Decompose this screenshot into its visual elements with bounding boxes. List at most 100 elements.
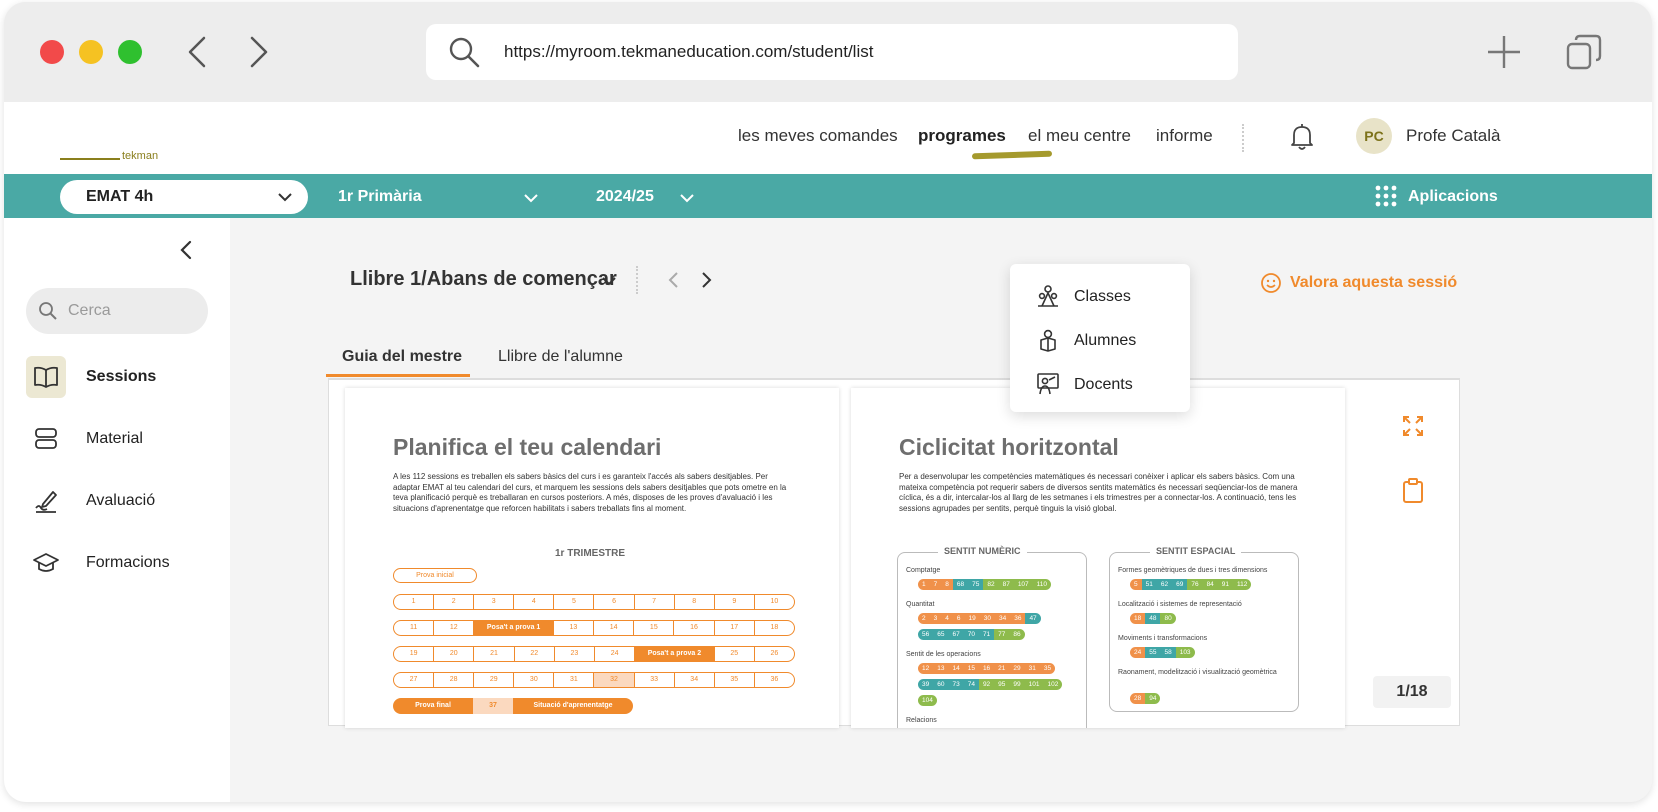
chip-row: 18 48 80 <box>1130 613 1176 624</box>
new-tab-icon[interactable] <box>1484 32 1524 72</box>
chip-row: 5 51 62 69 76 84 91 112 <box>1130 579 1252 590</box>
teacher-icon <box>1037 373 1059 395</box>
chevron-down-icon <box>278 193 292 202</box>
student-icon <box>1040 329 1056 352</box>
active-tab-indicator <box>326 374 470 377</box>
grade-select[interactable]: 1r Primària <box>338 188 422 206</box>
apps-button[interactable]: Aplicacions <box>1408 188 1498 206</box>
menu-item-label: Classes <box>1074 288 1131 305</box>
tab-student-book[interactable]: Llibre de l'alumne <box>498 348 623 366</box>
search-placeholder: Cerca <box>68 302 111 319</box>
page-body: Per a desenvolupar les competències mate… <box>899 472 1298 513</box>
user-name[interactable]: Profe Català <box>1406 126 1501 146</box>
avatar[interactable]: PC <box>1356 118 1392 154</box>
search-icon <box>39 302 57 320</box>
chip-row: 39 60 73 74 92 95 99 101 102 <box>918 679 1063 690</box>
sidebar-item-label: Avaluació <box>86 492 156 509</box>
sidebar-item-sessions[interactable]: Sessions <box>26 356 216 398</box>
maximize-window-button[interactable] <box>118 40 142 64</box>
book-divider <box>636 266 638 294</box>
clipboard-icon[interactable] <box>1401 478 1425 504</box>
search-icon <box>449 37 480 68</box>
chip-row: 28 94 <box>1130 693 1161 704</box>
session-row-1: 1 2 3 4 5 6 7 8 9 10 <box>393 594 795 610</box>
expand-icon[interactable] <box>1401 414 1425 438</box>
viewer-tools <box>1369 388 1459 724</box>
page-left: Planifica el teu calendari A les 112 ses… <box>345 388 839 728</box>
grad-cap-icon <box>33 553 59 572</box>
active-nav-indicator <box>971 150 1053 160</box>
chip-row: 12 13 14 15 16 21 29 31 35 <box>918 663 1056 674</box>
pen-icon <box>35 491 57 513</box>
sidebar-item-label: Sessions <box>86 368 157 385</box>
chip-row: 2 3 4 6 19 30 34 36 47 <box>918 613 1041 624</box>
page-right: Ciclicitat horitzontal Per a desenvolupa… <box>851 388 1345 728</box>
stack-icon <box>35 428 57 449</box>
program-select[interactable]: EMAT 4h <box>60 180 308 214</box>
top-navigation: myroom tekman les meves comandes program… <box>4 102 1652 802</box>
chip-row: 56 65 67 70 71 77 86 <box>918 629 1025 640</box>
url-text: https://myroom.tekmaneducation.com/stude… <box>504 42 874 61</box>
main-content: Llibre 1/Abans de començar Valora aquest… <box>230 218 1652 802</box>
sidebar-item-training[interactable]: Formacions <box>26 542 216 584</box>
document-viewer[interactable]: Planifica el teu calendari A les 112 ses… <box>328 378 1460 728</box>
close-window-button[interactable] <box>40 40 64 64</box>
page-title: Planifica el teu calendari <box>393 434 662 460</box>
chevron-down-icon[interactable] <box>678 189 696 207</box>
bell-icon[interactable] <box>1288 122 1316 152</box>
sidebar-item-material[interactable]: Material <box>26 418 216 460</box>
forward-arrow-icon[interactable] <box>238 32 278 72</box>
center-dropdown-menu: Classes Alumnes Docents <box>1010 264 1190 412</box>
menu-item-label: Docents <box>1074 376 1133 393</box>
tab-teacher-guide[interactable]: Guia del mestre <box>342 348 462 366</box>
chevron-down-icon[interactable] <box>600 272 618 290</box>
minimize-window-button[interactable] <box>79 40 103 64</box>
tabs-overview-icon[interactable] <box>1564 32 1604 72</box>
apps-grid-icon[interactable] <box>1374 184 1398 208</box>
next-session-icon[interactable] <box>696 270 716 290</box>
sidebar-item-label: Formacions <box>86 554 170 571</box>
smile-icon <box>1261 273 1281 293</box>
nav-link-report[interactable]: informe <box>1156 126 1213 146</box>
initial-test-pill: Prova inicial <box>393 568 477 583</box>
chip-row: 104 <box>918 695 937 706</box>
nav-divider <box>1242 124 1244 152</box>
chevron-down-icon[interactable] <box>522 189 540 207</box>
year-select[interactable]: 2024/25 <box>596 188 654 206</box>
page-counter: 1/18 <box>1373 676 1451 708</box>
url-bar[interactable]: https://myroom.tekmaneducation.com/stude… <box>426 24 1238 80</box>
page-body: A les 112 sessions es treballen els sabe… <box>393 472 787 513</box>
final-test-row: Prova final 37 Situació d'aprenentatge <box>393 698 633 714</box>
app: myroom tekman les meves comandes program… <box>4 102 1652 802</box>
number-sense-box: SENTIT NUMÈRIC Comptatge 1 7 8 68 75 82 87 107 1… <box>897 546 1087 728</box>
program-bar: EMAT 4h 1r Primària 2024/25 Aplicacions <box>4 174 1652 218</box>
menu-item-teachers[interactable]: Docents <box>1036 368 1186 398</box>
brand-underline <box>60 158 120 160</box>
sidebar-item-label: Material <box>86 430 143 447</box>
menu-item-students[interactable]: Alumnes <box>1036 324 1186 354</box>
book-icon <box>34 366 58 388</box>
sidebar: Cerca Sessions Material Avaluació Formac… <box>4 218 230 802</box>
nav-link-my-center[interactable]: el meu centre <box>1028 126 1131 146</box>
session-row-3: 19 20 21 22 23 24 Posa't a prova 2 25 26 <box>393 646 795 662</box>
sidebar-search-input[interactable]: Cerca <box>26 288 208 334</box>
chevron-left-icon[interactable] <box>174 238 198 262</box>
chip-row: 1 7 8 68 75 82 87 107 110 <box>918 579 1052 590</box>
nav-link-programs[interactable]: programes <box>918 126 1006 146</box>
chip-row: 24 55 58 103 <box>1130 647 1195 658</box>
previous-session-icon[interactable] <box>664 270 684 290</box>
sidebar-item-evaluation[interactable]: Avaluació <box>26 480 216 522</box>
browser-chrome: https://myroom.tekmaneducation.com/stude… <box>4 2 1652 102</box>
brand-sub: tekman <box>122 150 159 162</box>
session-row-4: 27 28 29 30 31 32 33 34 35 36 <box>393 672 795 688</box>
page-title: Ciclicitat horitzontal <box>899 434 1119 460</box>
rate-session-label: Valora aquesta sessió <box>1290 274 1458 291</box>
menu-item-classes[interactable]: Classes <box>1036 280 1186 310</box>
session-row-2: 11 12 Posa't a prova 1 13 14 15 16 17 18 <box>393 620 795 636</box>
book-title-select[interactable]: Llibre 1/Abans de començar <box>350 268 617 291</box>
classes-icon <box>1038 285 1058 307</box>
nav-link-orders[interactable]: les meves comandes <box>738 126 898 146</box>
back-arrow-icon[interactable] <box>178 32 218 72</box>
spatial-sense-box: SENTIT ESPACIAL Formes geomètriques de d… <box>1109 546 1299 712</box>
trimester-title: 1r TRIMESTRE <box>555 548 626 559</box>
